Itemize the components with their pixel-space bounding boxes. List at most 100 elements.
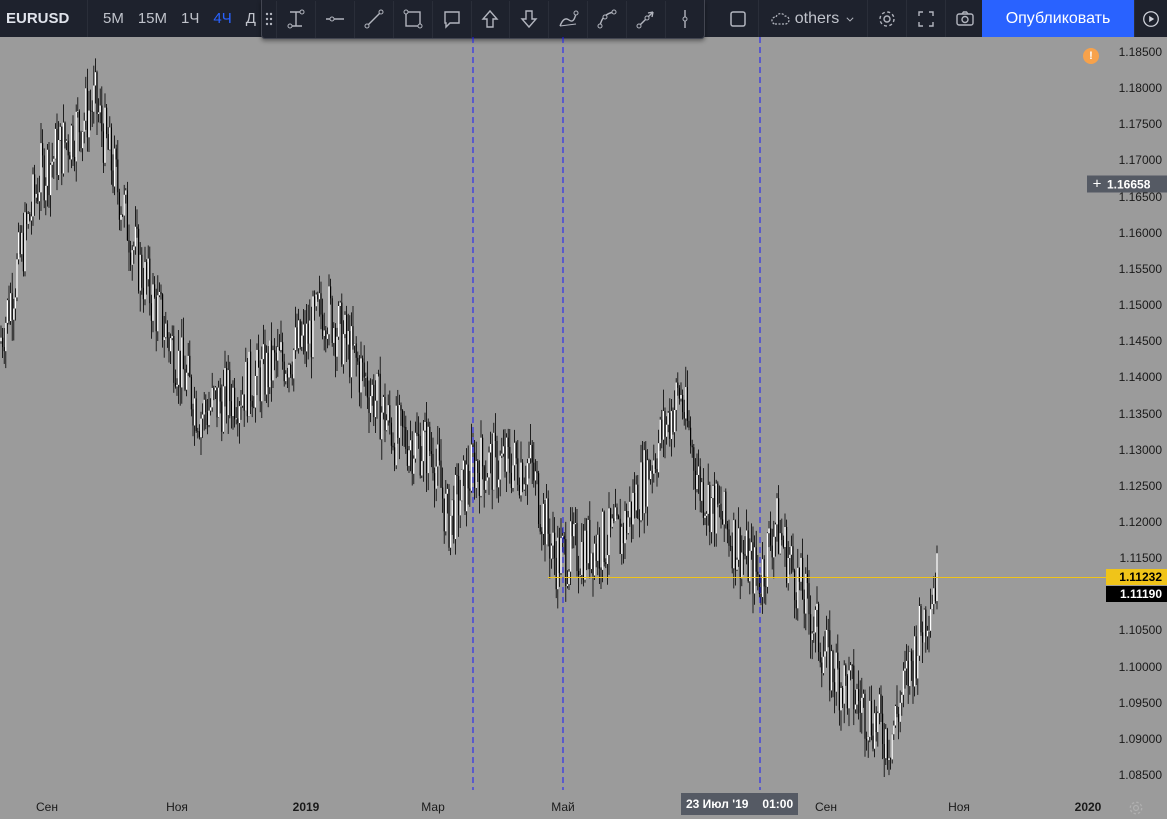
candle-body — [210, 407, 212, 411]
candle-body — [37, 193, 39, 202]
candle-body — [523, 484, 525, 490]
candle-body — [467, 464, 469, 489]
candle-body — [586, 530, 588, 564]
price-tick: 1.12500 — [1118, 478, 1162, 493]
candle-body — [496, 441, 498, 488]
candle-body — [59, 126, 61, 141]
candle-body — [86, 88, 88, 138]
alert-icon[interactable]: ! — [1083, 48, 1099, 64]
scale-settings-gear-icon[interactable] — [1127, 799, 1145, 817]
price-tick: 1.17500 — [1118, 117, 1162, 132]
candle-body — [142, 287, 144, 300]
candle-body — [194, 398, 196, 426]
candle-body — [683, 412, 685, 419]
price-scale[interactable]: 1.18500 1.18000 1.17500 1.17000 1.16500 1.160… — [1106, 37, 1167, 790]
candle-body — [341, 302, 343, 365]
candle-body — [832, 651, 834, 683]
candle-body — [430, 451, 432, 454]
ray-tool[interactable] — [626, 0, 665, 38]
candle-body — [720, 503, 722, 520]
vertical-line-tool[interactable] — [665, 0, 704, 38]
path-tool[interactable] — [548, 0, 587, 38]
candle-body — [565, 539, 567, 586]
candle-body — [845, 665, 847, 676]
callout-tool[interactable] — [431, 0, 471, 38]
horizontal-line-tool[interactable] — [314, 0, 354, 38]
candle-body — [590, 553, 592, 570]
interval-4h[interactable]: 4Ч — [206, 10, 238, 27]
rectangle-tool[interactable] — [392, 0, 432, 38]
trend-line-icon — [364, 9, 384, 29]
time-tick: Ноя — [948, 800, 970, 814]
drag-handle-icon[interactable] — [262, 1, 276, 38]
price-chart[interactable] — [0, 37, 1106, 790]
candle-body — [350, 326, 352, 378]
candle-body — [654, 460, 656, 469]
candle-body — [853, 665, 855, 710]
interval-day[interactable]: Д — [239, 10, 263, 27]
plus-icon[interactable]: + — [1087, 176, 1107, 193]
candle-body — [101, 105, 103, 132]
candle-body — [674, 409, 676, 433]
candle-body — [130, 252, 132, 265]
candle-body — [304, 324, 306, 352]
candle-body — [416, 432, 418, 435]
candle-body — [0, 337, 2, 342]
candle-body — [621, 526, 623, 554]
candle-body — [354, 343, 356, 346]
arrow-down-tool[interactable] — [509, 0, 548, 38]
symbol-search-button[interactable]: EURUSD — [0, 0, 88, 37]
others-menu[interactable]: others — [758, 0, 868, 37]
ray-icon — [636, 11, 654, 29]
candle-body — [597, 534, 599, 561]
candle-body — [677, 382, 679, 388]
candle-body — [581, 542, 583, 576]
arrow-up-tool[interactable] — [470, 0, 510, 38]
text-cursor-tool[interactable] — [275, 0, 315, 38]
time-scale[interactable]: Сен Ноя 2019 Мар Май Сен Ноя 2020 — [0, 790, 1106, 819]
layout-button[interactable] — [718, 0, 758, 37]
candle-body — [830, 651, 832, 691]
candle-body — [368, 397, 370, 413]
candle-body — [618, 515, 620, 519]
candle-body — [14, 297, 16, 309]
settings-button[interactable] — [868, 0, 907, 37]
snapshot-button[interactable] — [946, 0, 985, 37]
candle-body — [760, 593, 762, 598]
candle-body — [886, 729, 888, 760]
candle-body — [810, 614, 812, 641]
candle-body — [389, 405, 391, 423]
candle-body — [371, 384, 373, 397]
candle-body — [306, 323, 308, 352]
candle-body — [640, 462, 642, 521]
price-tick: 1.16000 — [1118, 225, 1162, 240]
crosshair-price-label: + 1.16658 — [1087, 175, 1167, 193]
candle-body — [67, 140, 69, 156]
curve-tool[interactable] — [587, 0, 626, 38]
publish-button[interactable]: Опубликовать — [982, 0, 1134, 37]
candle-body — [648, 460, 650, 480]
interval-1h[interactable]: 1Ч — [174, 10, 206, 27]
candle-body — [373, 384, 375, 418]
candle-body — [914, 636, 916, 687]
candle-body — [754, 547, 756, 594]
candle-body — [363, 362, 365, 378]
candle-body — [379, 373, 381, 440]
candle-body — [270, 340, 272, 381]
candle-body — [128, 240, 130, 253]
candle-body — [6, 300, 8, 323]
interval-15m[interactable]: 15M — [131, 10, 174, 27]
interval-5m[interactable]: 5M — [96, 10, 131, 27]
candle-body — [790, 546, 792, 555]
candle-body — [99, 105, 101, 113]
candle-body — [395, 405, 397, 466]
fullscreen-button[interactable] — [907, 0, 946, 37]
candle-body — [925, 609, 927, 637]
replay-button[interactable] — [1134, 0, 1167, 37]
trend-line-tool[interactable] — [353, 0, 393, 38]
candle-body — [243, 394, 245, 411]
candle-body — [242, 394, 244, 406]
candle-body — [787, 558, 789, 584]
candle-body — [203, 399, 205, 415]
candle-body — [144, 262, 146, 300]
